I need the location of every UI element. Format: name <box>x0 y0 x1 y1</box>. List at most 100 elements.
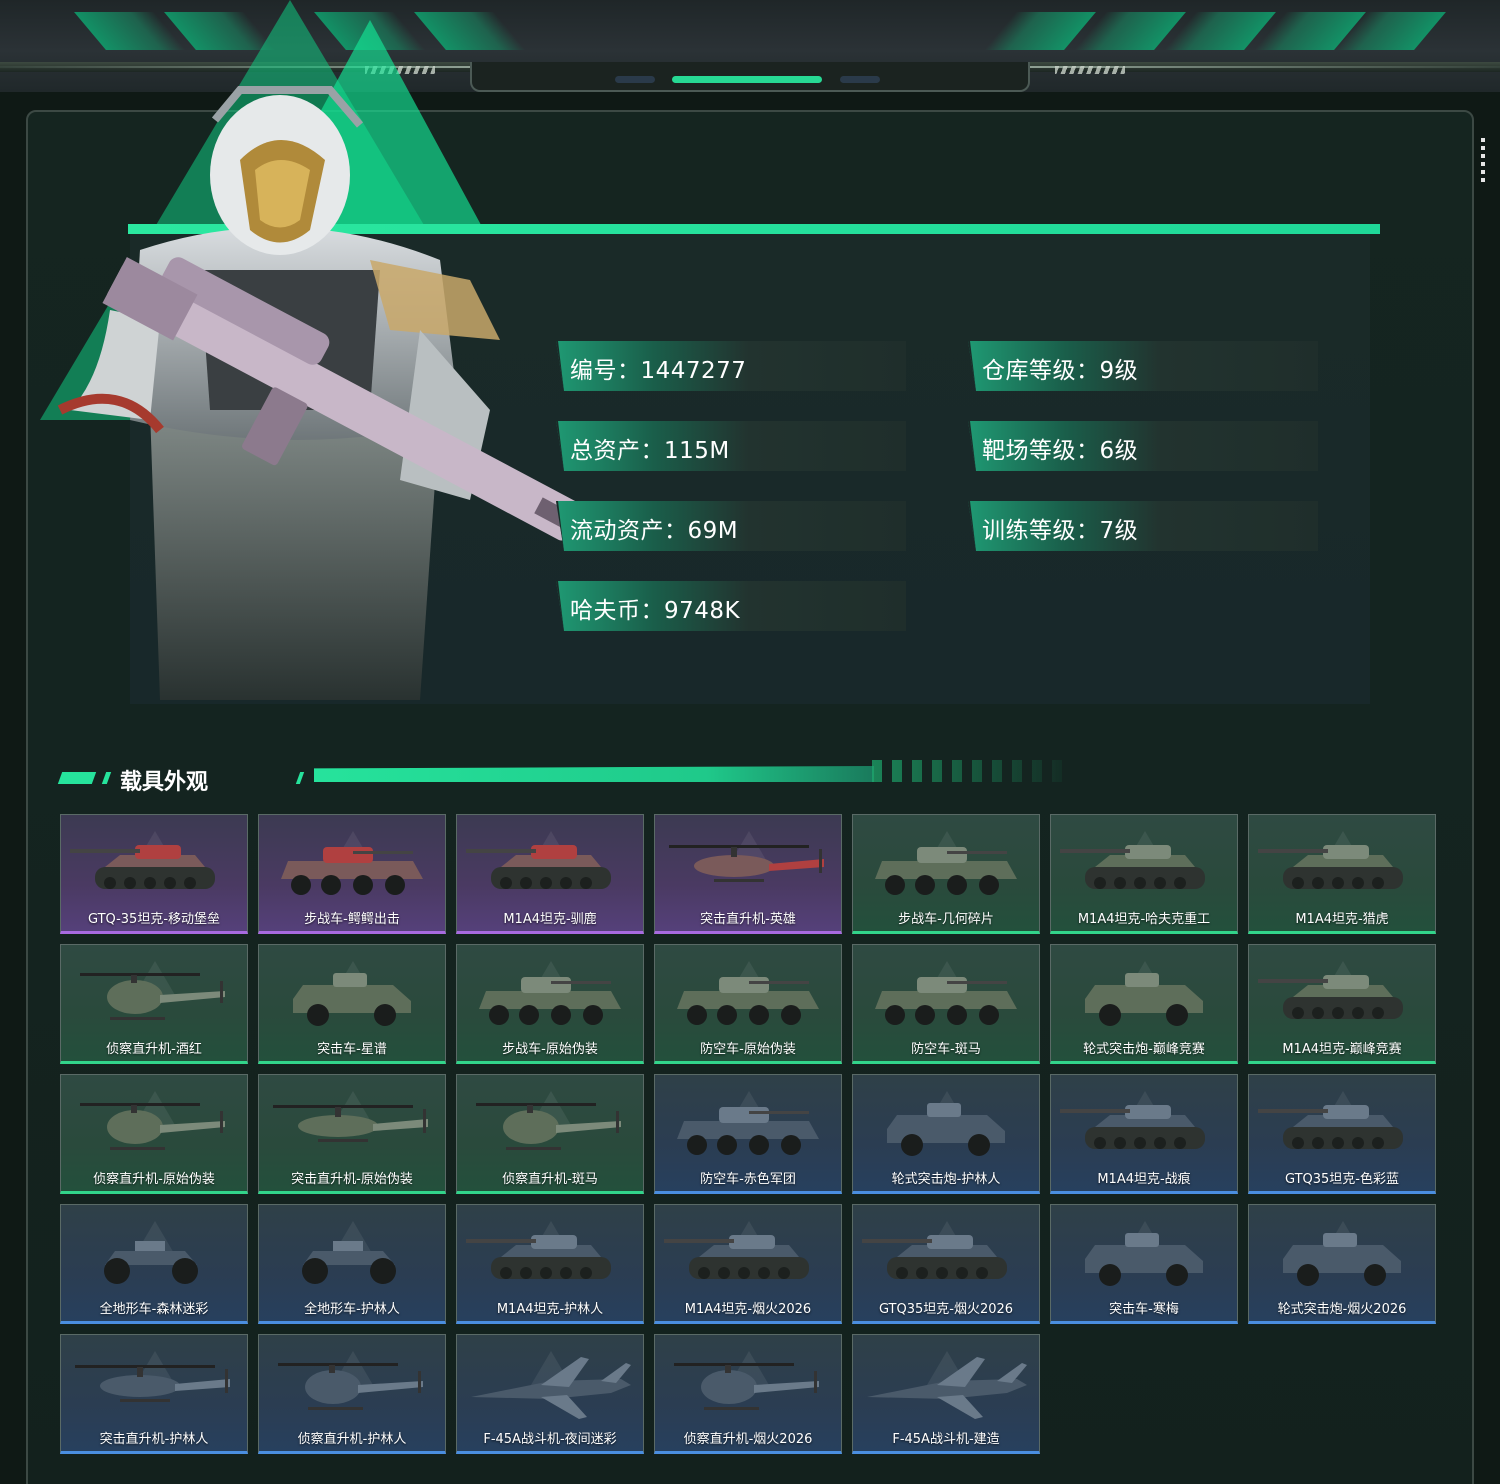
vehicle-skin-card[interactable]: 侦察直升机-烟火2026 <box>654 1334 842 1454</box>
vehicle-skin-name: 侦察直升机-酒红 <box>106 1042 202 1057</box>
vehicle-skin-card[interactable]: 侦察直升机-护林人 <box>258 1334 446 1454</box>
tank-icon <box>862 1235 1007 1279</box>
light-helicopter-icon <box>80 1103 225 1150</box>
vehicle-skin-name: 防空车-赤色军团 <box>700 1172 796 1187</box>
vehicle-skin-card[interactable]: 突击直升机-英雄 <box>654 814 842 934</box>
stat-text: 编号：1447277 <box>570 358 747 384</box>
vehicle-skin-name: 轮式突击炮-巅峰竞赛 <box>1083 1042 1205 1057</box>
vehicle-skin-card[interactable]: F-45A战斗机-夜间迷彩 <box>456 1334 644 1454</box>
apc-icon <box>875 977 1017 1025</box>
stat-total-assets: 总资产：115M <box>556 421 906 471</box>
apc-icon <box>677 1107 819 1155</box>
vehicle-skin-card[interactable]: 突击直升机-护林人 <box>60 1334 248 1454</box>
vehicle-skin-name: 侦察直升机-斑马 <box>502 1172 598 1187</box>
apc-icon <box>281 847 423 895</box>
vehicle-skin-card[interactable]: GTQ-35坦克-移动堡垒 <box>60 814 248 934</box>
stat-hafu-coins: 哈夫币：9748K <box>556 581 906 631</box>
vehicle-skin-card[interactable]: GTQ35坦克-色彩蓝 <box>1248 1074 1436 1194</box>
section-marker <box>101 772 112 784</box>
stat-text: 靶场等级：6级 <box>982 438 1139 464</box>
vehicle-skin-card[interactable]: 步战车-鳄鳄出击 <box>258 814 446 934</box>
vehicle-skin-card[interactable]: 防空车-赤色军团 <box>654 1074 842 1194</box>
stat-liquid-assets: 流动资产：69M <box>556 501 906 551</box>
tank-icon <box>1060 845 1205 889</box>
vehicle-skin-card[interactable]: F-45A战斗机-建造 <box>852 1334 1040 1454</box>
vehicle-skin-card[interactable]: 防空车-原始伪装 <box>654 944 842 1064</box>
vehicle-skin-name: F-45A战斗机-夜间迷彩 <box>483 1432 617 1447</box>
section-marker <box>57 772 97 784</box>
tank-icon <box>1258 1105 1403 1149</box>
vehicle-skin-name: 防空车-原始伪装 <box>700 1042 796 1057</box>
atv-icon <box>104 1241 198 1284</box>
light-helicopter-icon <box>278 1363 423 1410</box>
stat-training-level: 训练等级：7级 <box>968 501 1318 551</box>
light-helicopter-icon <box>674 1363 819 1410</box>
tank-icon <box>664 1235 809 1279</box>
apc-icon <box>875 847 1017 895</box>
vehicle-skin-card[interactable]: 突击车-星谱 <box>258 944 446 1064</box>
armored-car-icon <box>1085 973 1203 1026</box>
vehicle-skin-name: M1A4坦克-哈夫克重工 <box>1077 912 1211 927</box>
vehicle-skin-name: 侦察直升机-烟火2026 <box>683 1432 813 1447</box>
vehicle-skin-card[interactable]: M1A4坦克-巅峰竞赛 <box>1248 944 1436 1064</box>
vehicle-skin-name: M1A4坦克-猎虎 <box>1295 912 1389 927</box>
vehicle-skin-card[interactable]: 轮式突击炮-巅峰竞赛 <box>1050 944 1238 1064</box>
apc-icon <box>479 977 621 1025</box>
vehicle-skin-name: 突击直升机-原始伪装 <box>291 1172 413 1187</box>
vehicle-skin-name: M1A4坦克-巅峰竞赛 <box>1282 1042 1402 1057</box>
vehicle-skin-card[interactable]: 侦察直升机-酒红 <box>60 944 248 1064</box>
vehicle-skin-name: 轮式突击炮-护林人 <box>891 1172 1001 1187</box>
vehicle-skin-name: 突击车-寒梅 <box>1109 1302 1179 1317</box>
jet-icon <box>471 1357 631 1419</box>
side-dots-decoration <box>1481 138 1485 182</box>
section-title: 载具外观 <box>120 770 209 795</box>
vehicle-skin-name: 步战车-原始伪装 <box>502 1042 598 1057</box>
vehicle-skin-card[interactable]: 突击直升机-原始伪装 <box>258 1074 446 1194</box>
stripe-decoration <box>1055 66 1125 74</box>
vehicle-skin-name: M1A4坦克-驯鹿 <box>503 912 597 927</box>
stat-text: 哈夫币：9748K <box>570 598 741 624</box>
vehicle-skin-card[interactable]: M1A4坦克-护林人 <box>456 1204 644 1324</box>
vehicle-skin-card[interactable]: GTQ35坦克-烟火2026 <box>852 1204 1040 1324</box>
armored-car-icon <box>887 1103 1005 1156</box>
vehicle-skin-name: 步战车-鳄鳄出击 <box>304 912 400 927</box>
vehicle-skin-card[interactable]: 防空车-斑马 <box>852 944 1040 1064</box>
helicopter-icon <box>75 1365 230 1402</box>
vehicle-skin-card[interactable]: 步战车-几何碎片 <box>852 814 1040 934</box>
vehicle-skin-name: 侦察直升机-护林人 <box>297 1432 407 1447</box>
vehicle-skin-card[interactable]: 侦察直升机-斑马 <box>456 1074 644 1194</box>
vehicle-skin-card[interactable]: 轮式突击炮-烟火2026 <box>1248 1204 1436 1324</box>
tank-icon <box>1258 845 1403 889</box>
vehicle-skin-name: 侦察直升机-原始伪装 <box>93 1172 215 1187</box>
vehicle-skin-card[interactable]: M1A4坦克-烟火2026 <box>654 1204 842 1324</box>
helicopter-icon <box>273 1105 428 1142</box>
vehicle-skin-card[interactable]: M1A4坦克-哈夫克重工 <box>1050 814 1238 934</box>
stat-text: 流动资产：69M <box>570 518 739 544</box>
stat-player-id: 编号：1447277 <box>556 341 906 391</box>
vehicle-skin-card[interactable]: 突击车-寒梅 <box>1050 1204 1238 1324</box>
stat-range-level: 靶场等级：6级 <box>968 421 1318 471</box>
vehicle-skin-card[interactable]: 轮式突击炮-护林人 <box>852 1074 1040 1194</box>
helicopter-icon <box>669 845 824 882</box>
stat-warehouse-level: 仓库等级：9级 <box>968 341 1318 391</box>
notch-pill <box>615 76 655 83</box>
operator-portrait <box>57 86 596 700</box>
vehicle-skin-name: GTQ35坦克-色彩蓝 <box>1284 1172 1400 1187</box>
tank-icon <box>70 845 215 889</box>
vehicle-skin-card[interactable]: M1A4坦克-驯鹿 <box>456 814 644 934</box>
jet-icon <box>867 1357 1027 1419</box>
vehicle-skin-card[interactable]: 侦察直升机-原始伪装 <box>60 1074 248 1194</box>
tank-icon <box>1060 1105 1205 1149</box>
vehicle-skin-card[interactable]: 全地形车-护林人 <box>258 1204 446 1324</box>
vehicle-skin-name: M1A4坦克-护林人 <box>496 1302 604 1317</box>
vehicle-skin-card[interactable]: M1A4坦克-战痕 <box>1050 1074 1238 1194</box>
profile-page: 编号：1447277 仓库等级：9级 总资产：115M 靶场等级：6级 流动资产… <box>0 0 1500 1484</box>
vehicle-skin-name: 突击直升机-英雄 <box>700 912 796 927</box>
armored-car-icon <box>293 973 411 1026</box>
stat-text: 总资产：115M <box>570 438 730 464</box>
vehicle-skin-name: GTQ35坦克-烟火2026 <box>878 1302 1014 1317</box>
vehicle-skin-card[interactable]: 步战车-原始伪装 <box>456 944 644 1064</box>
vehicle-skin-card[interactable]: M1A4坦克-猎虎 <box>1248 814 1436 934</box>
vehicle-skin-card[interactable]: 全地形车-森林迷彩 <box>60 1204 248 1324</box>
stat-text: 仓库等级：9级 <box>982 358 1139 384</box>
